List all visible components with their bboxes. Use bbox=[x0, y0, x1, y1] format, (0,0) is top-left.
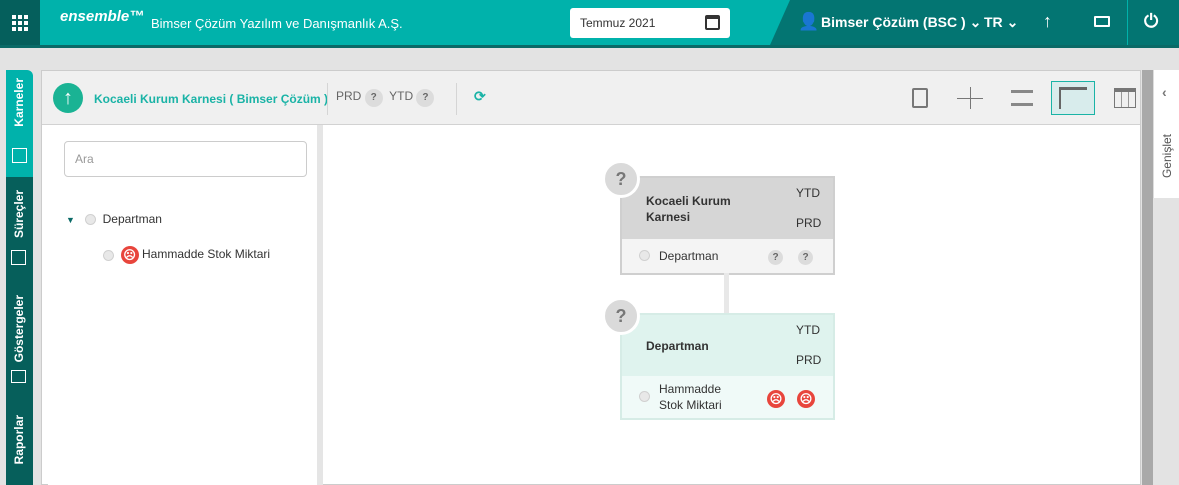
user-icon: 👤 bbox=[798, 12, 820, 31]
power-icon[interactable]: ⏻ bbox=[1144, 11, 1158, 32]
language-value: TR bbox=[984, 14, 1003, 30]
user-menu[interactable]: Bimser Çözüm (BSC ) ⌄ bbox=[821, 14, 981, 31]
chevron-down-icon: ⌄ bbox=[969, 14, 982, 30]
tree-node-departman[interactable]: ▼ Departman bbox=[66, 212, 162, 226]
kpi-icon bbox=[103, 249, 114, 261]
company-name: Bimser Çözüm Yazılım ve Danışmanlık A.Ş. bbox=[151, 16, 403, 31]
language-menu[interactable]: TR ⌄ bbox=[984, 14, 1018, 31]
sad-face-icon: ☹ bbox=[797, 390, 815, 408]
divider bbox=[1127, 0, 1128, 45]
clipboard-check-icon[interactable] bbox=[898, 81, 942, 115]
go-up-button[interactable]: ↑ bbox=[53, 83, 83, 113]
ytd-label: YTD bbox=[796, 323, 820, 337]
tree-node-hammadde[interactable]: ☹ Hammadde Stok Miktari bbox=[103, 246, 270, 264]
card-status-circle: ? bbox=[602, 297, 640, 335]
hierarchy-view-icon[interactable] bbox=[1051, 81, 1095, 115]
ensemble-logo: ensemble™ bbox=[60, 8, 145, 25]
sad-face-icon: ☹ bbox=[767, 390, 785, 408]
table-view-icon[interactable] bbox=[1103, 81, 1147, 115]
pane-splitter[interactable] bbox=[317, 125, 323, 485]
period-picker[interactable]: Temmuz 2021 bbox=[570, 8, 730, 38]
main-panel: ↑ Kocaeli Kurum Karnesi ( Bimser Çözüm )… bbox=[41, 70, 1141, 485]
connector-line bbox=[724, 273, 729, 314]
org-chart-icon[interactable] bbox=[948, 81, 992, 115]
apps-menu-button[interactable] bbox=[0, 0, 40, 45]
user-name: Bimser Çözüm (BSC ) bbox=[821, 14, 966, 30]
kpi-icon bbox=[84, 214, 96, 226]
ytd-badge: ? bbox=[416, 89, 435, 107]
prd-status-badge: ? bbox=[798, 250, 813, 265]
grid-icon bbox=[12, 14, 28, 31]
kpi-icon bbox=[639, 250, 650, 261]
expand-tab[interactable]: ‹ Genişlet bbox=[1153, 70, 1179, 198]
caret-down-icon[interactable]: ▼ bbox=[66, 215, 75, 225]
card-row-label: Hammadde Stok Miktari bbox=[659, 382, 722, 412]
tab-label: Karneler bbox=[12, 78, 26, 127]
scroll-gutter bbox=[1142, 70, 1153, 485]
sidebar-tab-karneler[interactable]: Karneler bbox=[6, 70, 33, 177]
card-title: Kocaeli Kurum Karnesi bbox=[646, 194, 731, 224]
tree-node-label: Hammadde Stok Miktari bbox=[142, 247, 271, 262]
sad-face-icon: ☹ bbox=[120, 246, 139, 264]
prd-label: PRD bbox=[796, 216, 822, 230]
tab-label: Göstergeler bbox=[12, 295, 26, 363]
expand-label: Genişlet bbox=[1160, 134, 1174, 179]
process-icon bbox=[11, 250, 26, 265]
upload-arrow-icon[interactable]: ↑ bbox=[1043, 11, 1052, 32]
prd-label: PRD bbox=[796, 353, 822, 367]
divider bbox=[456, 83, 457, 115]
divider bbox=[327, 83, 328, 115]
tab-label: Süreçler bbox=[12, 190, 26, 239]
indicator-icon bbox=[11, 370, 26, 383]
period-value: Temmuz 2021 bbox=[580, 16, 656, 30]
panel-header: ↑ Kocaeli Kurum Karnesi ( Bimser Çözüm )… bbox=[42, 71, 1140, 125]
sidebar-tab-surecler[interactable]: Süreçler bbox=[6, 190, 33, 275]
top-bar: ensemble™ Bimser Çözüm Yazılım ve Danışm… bbox=[0, 0, 1179, 48]
monitor-icon[interactable] bbox=[1094, 16, 1110, 27]
scorecard-card[interactable]: Departman YTD PRD Hammadde Stok Miktari … bbox=[620, 313, 835, 420]
prd-label: PRD bbox=[336, 89, 362, 103]
scorecard-card[interactable]: Kocaeli Kurum Karnesi YTD PRD Departman … bbox=[620, 176, 835, 275]
card-row-label: Departman bbox=[659, 249, 719, 263]
chevron-left-icon: ‹ bbox=[1162, 84, 1167, 100]
tree-node-label: Departman bbox=[102, 212, 162, 226]
ytd-status-badge: ? bbox=[768, 250, 783, 265]
search-input[interactable]: Ara bbox=[64, 141, 307, 177]
tree-list-icon[interactable] bbox=[1000, 81, 1044, 115]
card-title: Departman bbox=[646, 339, 709, 353]
sidebar-tab-raporlar[interactable]: Raporlar bbox=[6, 415, 33, 485]
calendar-icon bbox=[705, 15, 720, 30]
card-status-circle: ? bbox=[602, 160, 640, 198]
scorecard-icon bbox=[12, 148, 27, 163]
refresh-icon[interactable]: ⟳ bbox=[474, 88, 486, 105]
tab-label: Raporlar bbox=[12, 415, 26, 465]
tree-pane: Ara ▼ Departman ☹ Hammadde Stok Miktari bbox=[48, 125, 317, 485]
kpi-icon bbox=[639, 391, 650, 402]
chevron-down-icon: ⌄ bbox=[1006, 14, 1019, 30]
sidebar-tab-gostergeler[interactable]: Göstergeler bbox=[6, 295, 33, 390]
ytd-label: YTD bbox=[796, 186, 820, 200]
prd-badge: ? bbox=[364, 89, 383, 107]
ytd-label: YTD bbox=[389, 89, 414, 103]
scorecard-title[interactable]: Kocaeli Kurum Karnesi ( Bimser Çözüm ) bbox=[94, 92, 328, 106]
prd-status: PRD ? YTD ? bbox=[336, 89, 435, 107]
